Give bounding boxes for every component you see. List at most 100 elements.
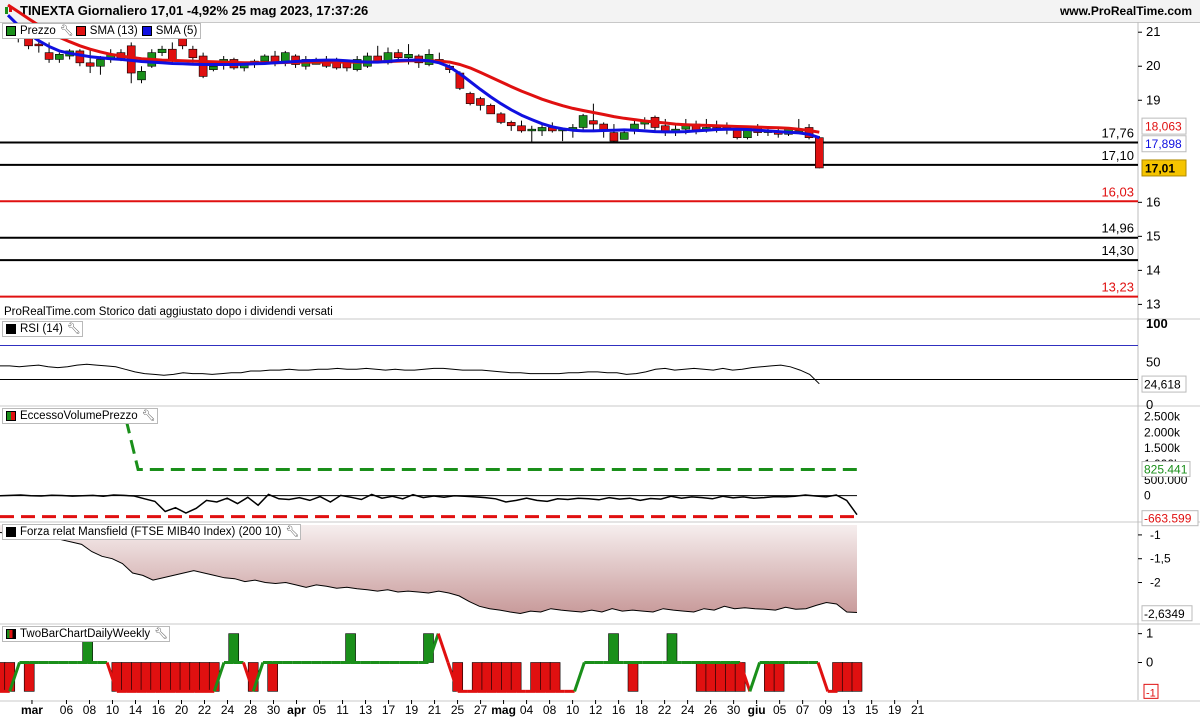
evp-line [0,493,858,516]
x-tick-label: 19 [888,703,902,717]
rsi-legend[interactable]: RSI (14) 🔧︎ [2,321,83,337]
candle-body [517,125,526,132]
wrench-icon[interactable]: 🔧︎ [154,628,168,640]
twobar-legend-label: TwoBarChartDailyWeekly [20,628,151,640]
x-tick-label: 30 [267,703,281,717]
candle-body [260,55,270,62]
price-tag-label: 18,063 [1145,120,1182,134]
mansfield-tick-label: -2 [1150,576,1161,590]
x-tick-label: 24 [221,703,235,717]
x-tick-label: 05 [773,703,787,717]
twobar-up-bar [228,633,240,663]
candle-body [404,54,413,59]
support-level-label: 17,10 [1101,148,1134,163]
x-tick-label: 17 [382,703,396,717]
x-tick-label: 08 [83,703,97,717]
twobar-tick-label: 0 [1146,655,1153,670]
mansfield-swatch [6,527,16,537]
twobar-down-bar [199,662,210,692]
chart-canvas[interactable]: 13 14 15 16 19 20 21 17,76 17,10 16,03 14,96 14,30 1… [0,0,1200,720]
evp-legend[interactable]: EccessoVolumePrezzo 🔧︎ [2,408,158,424]
x-tick-label: 20 [175,703,189,717]
candle-body [609,132,619,142]
x-tick-label: 25 [451,703,465,717]
x-tick-label: 16 [612,703,626,717]
twobar-down-bar [510,662,522,692]
evp-tick-label: 0 [1144,489,1151,503]
twobar-down-bar [773,662,785,692]
rsi-legend-label: RSI (14) [20,323,63,335]
x-tick-label: 04 [520,703,534,717]
twobar-down-bar [540,662,551,692]
rsi-tick-label: 100 [1146,316,1168,331]
twobar-tick-label: 1 [1146,626,1153,641]
x-tick-label: 06 [60,703,74,717]
support-level-label: 17,76 [1101,125,1134,140]
twobar-down-bar [705,662,717,692]
candle-body [188,48,198,59]
twobar-down-bar [695,662,707,692]
price-legend[interactable]: Prezzo 🔧︎ SMA (13) SMA (5) [2,23,202,39]
rsi-tag-label: 24,618 [1144,378,1181,392]
candle-body [209,65,218,70]
twobar-down-bar [160,662,171,692]
candle-body [496,113,506,123]
evp-legend-label: EccessoVolumePrezzo [20,410,138,422]
twobar-down-bar [169,662,181,692]
candle-body [815,137,824,169]
y-tick-label: 15 [1146,228,1160,243]
candle-body [85,62,95,67]
twobar-up-bar [666,633,678,663]
evp-green-tag-label: 825.441 [1144,463,1188,477]
sma13-swatch [75,26,86,36]
candle-body [660,125,670,132]
x-tick-label: 16 [152,703,166,717]
twobar-down-bar [832,662,843,692]
twobar-legend[interactable]: TwoBarChartDailyWeekly 🔧︎ [2,626,171,642]
wrench-icon[interactable]: 🔧︎ [285,526,299,538]
twobar-down-bar [150,662,162,692]
y-tick-label: 20 [1146,58,1160,73]
x-tick-label: apr [287,703,306,717]
twobar-swatch [6,629,16,639]
candle-body [578,115,588,128]
x-tick-label: 19 [405,703,419,717]
price-swatch [6,26,16,36]
twobar-down-bar [0,662,6,692]
evp-tick-label: 1.500k [1144,441,1181,455]
wrench-icon[interactable]: 🔧︎ [67,323,81,335]
x-tick-label: 12 [589,703,603,717]
twobar-down-bar [23,662,35,692]
x-tick-label: 22 [658,703,672,717]
price-tag-label: 17,01 [1145,161,1175,175]
mansfield-tick-label: -1,5 [1150,552,1171,566]
evp-swatch [6,411,16,421]
twobar-up-bar [345,633,356,663]
twobar-trend-segment [816,662,830,692]
twobar-trend-segment [573,662,586,692]
x-tick-label: 09 [819,703,833,717]
twobar-down-bar [131,662,142,692]
x-tick-label: 21 [911,703,925,717]
candle-body [44,52,54,60]
price-legend-label: Prezzo [20,25,56,37]
twobar-down-bar [481,662,493,692]
wrench-icon[interactable]: 🔧︎ [142,410,156,422]
x-tick-label: 24 [681,703,695,717]
candle-body [96,59,105,67]
mansfield-legend[interactable]: Forza relat Mansfield (FTSE MIB40 Index)… [2,524,302,540]
x-tick-label: 14 [129,703,143,717]
candle-body [198,55,208,77]
candle-body [465,93,475,104]
twobar-down-bar [841,662,853,692]
x-tick-label: 26 [704,703,718,717]
twobar-down-bar [725,662,736,692]
twobar-down-bar [267,662,278,692]
x-tick-label: giu [748,703,766,717]
x-tick-label: 22 [198,703,212,717]
x-tick-label: 18 [635,703,649,717]
support-level-label: 14,30 [1101,243,1134,258]
twobar-up-bar [608,633,619,663]
candle-body [506,122,516,127]
wrench-icon[interactable]: 🔧︎ [60,25,74,37]
